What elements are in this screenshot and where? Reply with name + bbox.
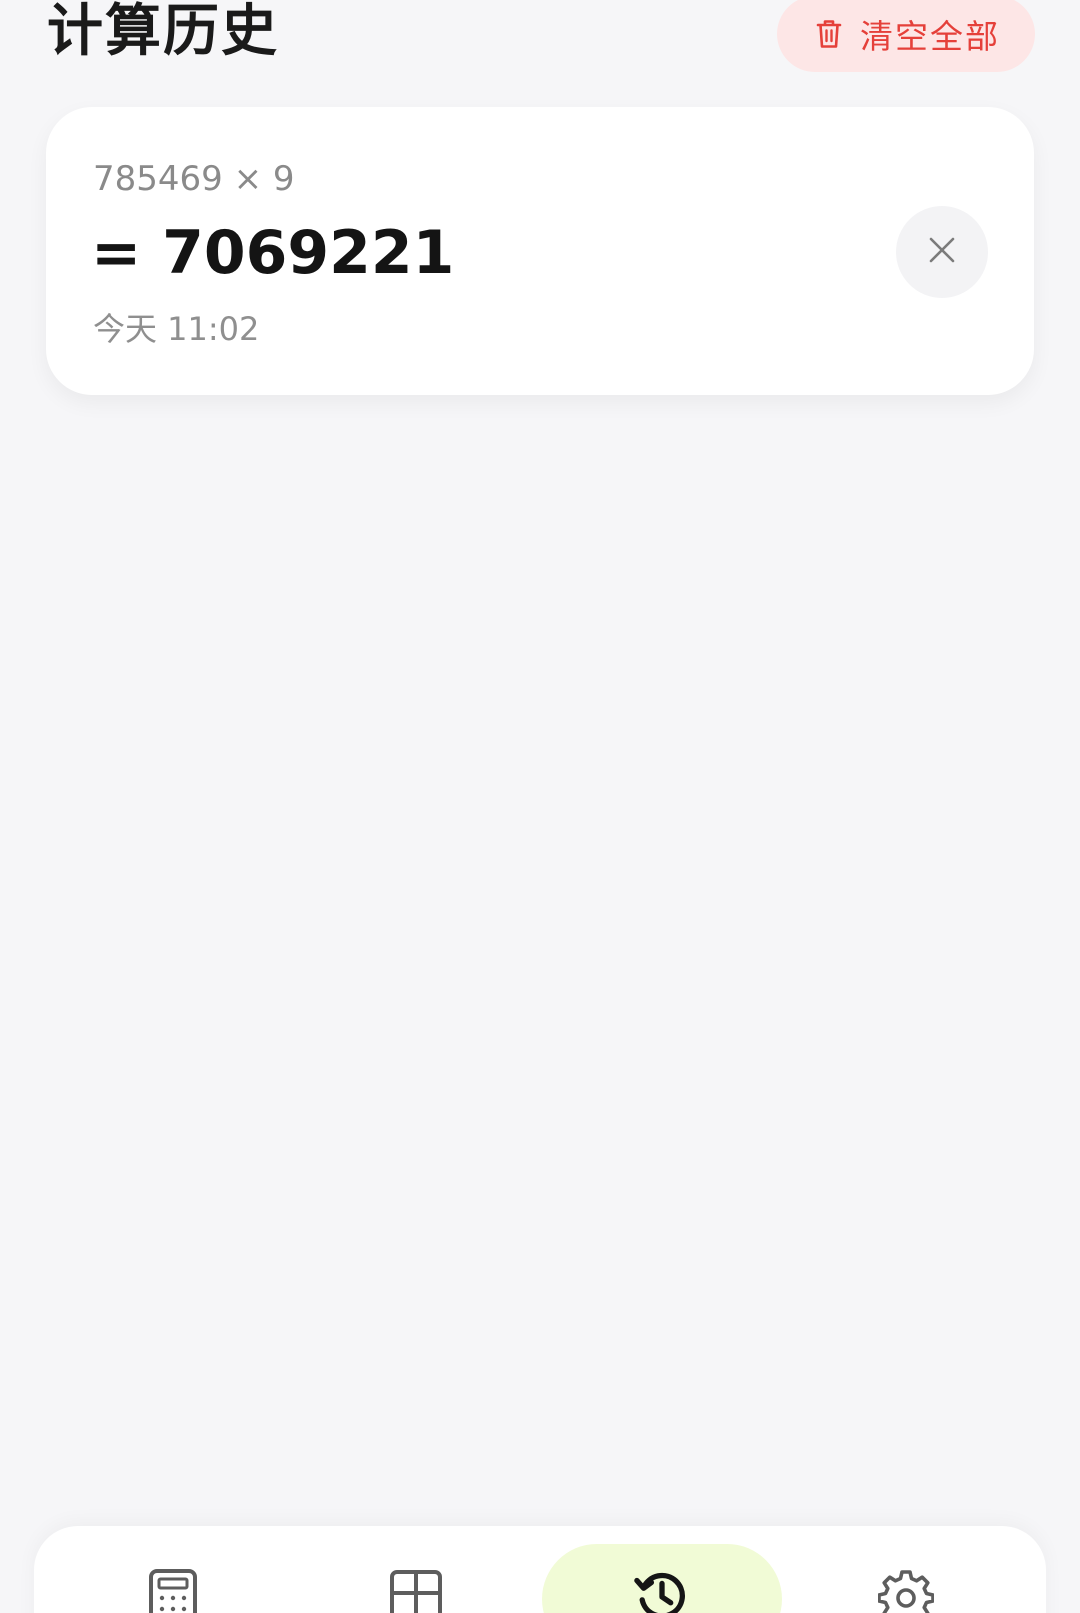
history-expression: 785469 × 9 bbox=[93, 159, 295, 199]
history-timestamp: 今天 11:02 bbox=[93, 310, 260, 348]
history-icon bbox=[634, 1568, 690, 1613]
page-title: 计算历史 bbox=[47, 0, 279, 64]
trash-icon bbox=[812, 17, 846, 51]
clear-all-button[interactable]: 清空全部 bbox=[777, 0, 1035, 72]
nav-item-calculator[interactable] bbox=[53, 1526, 293, 1613]
close-icon bbox=[928, 236, 956, 268]
clear-all-label: 清空全部 bbox=[860, 17, 1000, 56]
gear-icon bbox=[878, 1568, 934, 1613]
calculator-icon bbox=[145, 1568, 201, 1613]
nav-item-settings[interactable] bbox=[786, 1526, 1026, 1613]
history-page: 计算历史 清空全部 785469 × 9 = 7069221 今天 11:02 bbox=[0, 0, 1080, 1613]
header: 计算历史 清空全部 bbox=[0, 0, 1080, 80]
nav-item-grid[interactable] bbox=[296, 1526, 536, 1613]
nav-item-history[interactable] bbox=[542, 1526, 782, 1613]
delete-history-button[interactable] bbox=[896, 206, 988, 298]
history-item[interactable]: 785469 × 9 = 7069221 今天 11:02 bbox=[46, 107, 1034, 395]
history-result: = 7069221 bbox=[91, 218, 455, 288]
grid-icon bbox=[388, 1568, 444, 1613]
bottom-nav bbox=[34, 1526, 1046, 1613]
